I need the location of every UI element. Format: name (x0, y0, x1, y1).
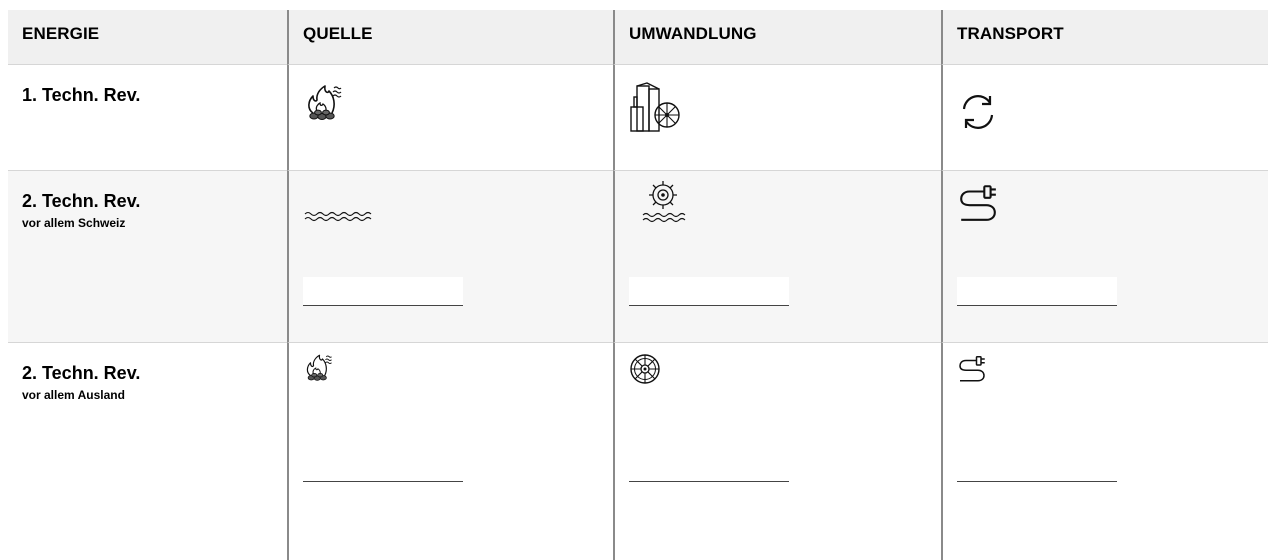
power-cable-plug-icon (957, 181, 999, 223)
turbine-wheel-icon (629, 353, 661, 385)
power-cable-plug-icon (957, 353, 987, 383)
row-1-umwandlung (613, 65, 941, 225)
answer-line[interactable] (629, 305, 789, 306)
header-energie: ENERGIE (8, 10, 287, 65)
cycle-arrows-icon (957, 91, 999, 133)
row-2-quelle (287, 171, 613, 343)
answer-box[interactable] (629, 277, 789, 305)
row-1-quelle (287, 65, 613, 225)
fire-coal-icon (303, 83, 343, 123)
header-umwandlung: UMWANDLUNG (613, 10, 941, 65)
answer-line[interactable] (957, 481, 1117, 482)
row-2-transport (941, 171, 1268, 343)
row-3-subtitle: vor allem Ausland (22, 388, 125, 402)
water-waves-icon (303, 209, 375, 223)
fire-coal-icon (303, 353, 333, 383)
answer-line[interactable] (629, 481, 789, 482)
row-3-quelle (287, 343, 613, 560)
row-2-title: 2. Techn. Rev. (22, 191, 141, 211)
row-2-label: 2. Techn. Rev. vor allem Schweiz (8, 171, 287, 343)
row-1-transport (941, 65, 1268, 225)
steam-engine-icon (629, 81, 681, 133)
row-1-title: 1. Techn. Rev. (22, 85, 141, 105)
row-3-transport (941, 343, 1268, 560)
row-3-label: 2. Techn. Rev. vor allem Ausland (8, 343, 287, 560)
header-transport: TRANSPORT (941, 10, 1268, 65)
row-1-label: 1. Techn. Rev. (8, 65, 287, 171)
row-2-umwandlung (613, 171, 941, 343)
row-3-umwandlung (613, 343, 941, 560)
answer-box[interactable] (957, 277, 1117, 305)
answer-line[interactable] (303, 305, 463, 306)
energy-table: ENERGIE QUELLE UMWANDLUNG TRANSPORT 1. T… (8, 10, 1268, 560)
water-turbine-icon (629, 179, 695, 225)
header-quelle: QUELLE (287, 10, 613, 65)
answer-box[interactable] (303, 277, 463, 305)
row-3-title: 2. Techn. Rev. (22, 363, 141, 383)
answer-line[interactable] (957, 305, 1117, 306)
answer-line[interactable] (303, 481, 463, 482)
row-2-subtitle: vor allem Schweiz (22, 216, 126, 230)
